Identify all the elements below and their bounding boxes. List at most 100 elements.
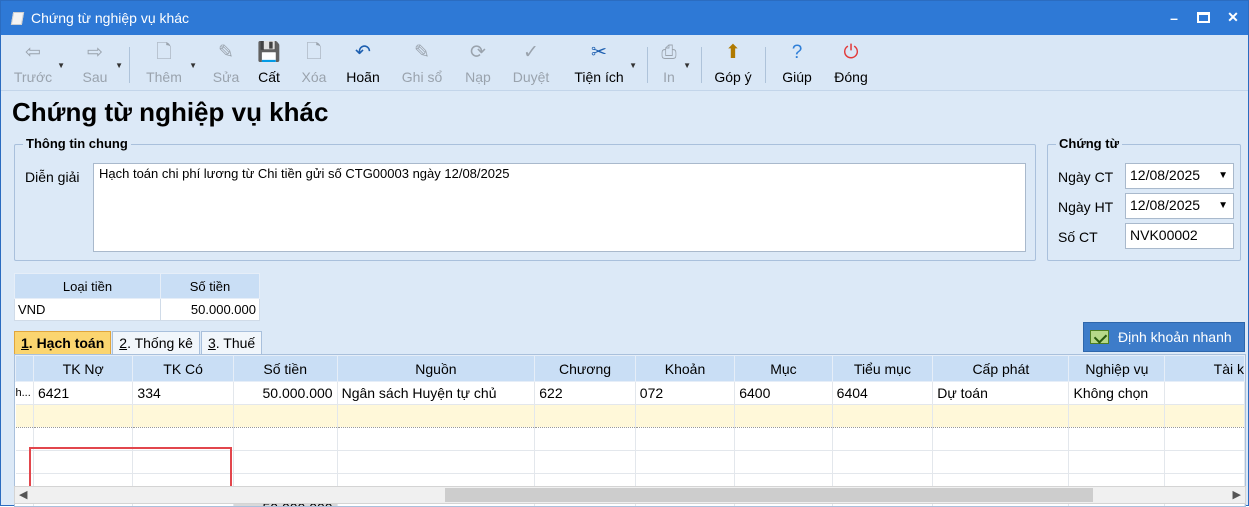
chevron-down-icon[interactable]: ▼ <box>57 61 65 70</box>
tab-accounting-key: 1 <box>21 335 29 351</box>
row-indicator[interactable]: h... <box>16 382 34 405</box>
grid-cell[interactable] <box>1069 405 1165 428</box>
scroll-left-icon[interactable]: ◀ <box>19 488 27 501</box>
description-field[interactable]: Hạch toán chi phí lương từ Chi tiền gửi … <box>93 163 1026 252</box>
scrollbar-thumb[interactable] <box>445 488 1093 502</box>
undo-button[interactable]: ↶ Hoãn <box>343 41 383 89</box>
feedback-button[interactable]: ⬆ Góp ý <box>711 41 755 89</box>
grid-header-item[interactable]: Mục <box>735 356 832 382</box>
chevron-down-icon[interactable]: ▼ <box>1218 170 1228 181</box>
scroll-right-icon[interactable]: ▶ <box>1233 488 1241 501</box>
chapter-cell[interactable]: 622 <box>535 382 636 405</box>
chevron-down-icon[interactable]: ▼ <box>1218 200 1228 211</box>
toolbar-separator <box>129 47 130 83</box>
tab-statistics[interactable]: 2. Thống kê <box>112 331 200 354</box>
grid-header-subitem[interactable]: Tiểu mục <box>832 356 933 382</box>
form-content: Chứng từ nghiệp vụ khác Thông tin chung … <box>1 92 1248 505</box>
close-button[interactable]: ⏻ Đóng <box>831 41 871 89</box>
grid-cell[interactable] <box>635 405 734 428</box>
grid-cell[interactable] <box>1165 405 1245 428</box>
general-info-title: Thông tin chung <box>23 136 131 151</box>
edit-document-icon: ✎ <box>209 41 243 65</box>
grid-header-credit[interactable]: TK Có <box>133 356 233 382</box>
currency-table: Loại tiền Số tiền VND 50.000.000 <box>14 273 260 321</box>
grid-cell[interactable] <box>735 405 832 428</box>
grid-cell[interactable] <box>16 405 34 428</box>
utilities-button[interactable]: ✂ Tiện ích ▼ <box>571 41 627 89</box>
save-icon: 💾 <box>253 41 285 65</box>
window-title: Chứng từ nghiệp vụ khác <box>31 10 189 26</box>
post-button[interactable]: ✎ Ghi sổ <box>399 41 445 89</box>
date-ct-picker[interactable]: 12/08/2025 ▼ <box>1125 163 1234 189</box>
quick-entry-button[interactable]: Định khoản nhanh <box>1083 322 1245 352</box>
operation-cell[interactable]: Không chọn <box>1069 382 1165 405</box>
source-cell[interactable]: Ngân sách Huyện tự chủ <box>337 382 535 405</box>
item-cell[interactable]: 6400 <box>735 382 832 405</box>
minimize-button[interactable]: – <box>1167 10 1181 26</box>
next-button[interactable]: ⇨ Sau ▼ <box>77 41 113 89</box>
grid-cell[interactable] <box>535 405 636 428</box>
chevron-down-icon[interactable]: ▼ <box>115 61 123 70</box>
close-window-button[interactable]: ✕ <box>1226 9 1240 26</box>
subitem-cell[interactable]: 6404 <box>832 382 933 405</box>
grid-cell[interactable] <box>933 405 1069 428</box>
grid-header-row: TK Nợ TK Có Số tiền Nguồn Chương Khoản M… <box>16 356 1245 382</box>
reload-button[interactable]: ⟳ Nạp <box>461 41 495 89</box>
tab-accounting[interactable]: 1. Hạch toán <box>14 331 111 354</box>
section-cell[interactable]: 072 <box>635 382 734 405</box>
grid-cell[interactable] <box>832 405 933 428</box>
help-button[interactable]: ? Giúp <box>779 41 815 89</box>
account-cell[interactable] <box>1165 382 1245 405</box>
description-label: Diễn giải <box>25 169 79 185</box>
chevron-down-icon[interactable]: ▼ <box>683 61 691 70</box>
save-button[interactable]: 💾 Cất <box>253 41 285 89</box>
delete-button[interactable]: 🗋 Xóa <box>297 41 331 89</box>
grid-header-amount[interactable]: Số tiền <box>233 356 337 382</box>
approve-button[interactable]: ✓ Duyệt <box>509 41 553 89</box>
app-icon <box>10 11 24 25</box>
allocation-cell[interactable]: Dự toán <box>933 382 1069 405</box>
date-ht-label: Ngày HT <box>1058 199 1113 215</box>
table-row[interactable]: h... 6421 334 50.000.000 Ngân sách Huyện… <box>16 382 1245 405</box>
grid-cell[interactable] <box>337 405 535 428</box>
new-entry-row[interactable] <box>16 405 1245 428</box>
general-info-group: Thông tin chung Diễn giải Hạch toán chi … <box>14 144 1036 261</box>
toolbar-separator <box>701 47 702 83</box>
help-icon: ? <box>779 41 815 65</box>
new-document-icon: 🗋 <box>141 41 187 65</box>
grid-header-debit[interactable]: TK Nợ <box>33 356 132 382</box>
prev-button[interactable]: ⇦ Trước ▼ <box>11 41 55 89</box>
print-button[interactable]: ⎙ In ▼ <box>657 41 681 89</box>
chevron-down-icon[interactable]: ▼ <box>629 61 637 70</box>
delete-document-icon: 🗋 <box>297 41 331 65</box>
voucher-number-field[interactable]: NVK00002 <box>1125 223 1234 249</box>
chevron-down-icon[interactable]: ▼ <box>189 61 197 70</box>
title-bar: Chứng từ nghiệp vụ khác – ✕ <box>1 1 1248 35</box>
add-button[interactable]: 🗋 Thêm ▼ <box>141 41 187 89</box>
tab-tax-label: . Thuế <box>216 335 255 351</box>
tab-tax[interactable]: 3. Thuế <box>201 331 262 354</box>
credit-account-cell[interactable]: 334 <box>133 382 233 405</box>
edit-button[interactable]: ✎ Sửa <box>209 41 243 89</box>
grid-cell[interactable] <box>33 405 132 428</box>
tab-tax-key: 3 <box>208 335 216 351</box>
quick-entry-icon <box>1090 330 1109 344</box>
horizontal-scrollbar[interactable]: ◀ ▶ <box>14 486 1246 504</box>
currency-cell[interactable]: VND <box>15 299 161 321</box>
date-ct-label: Ngày CT <box>1058 169 1113 185</box>
grid-header-chapter[interactable]: Chương <box>535 356 636 382</box>
amount-cell[interactable]: 50.000.000 <box>233 382 337 405</box>
grid-header-source[interactable]: Nguồn <box>337 356 535 382</box>
feedback-label: Góp ý <box>711 69 755 85</box>
date-ht-value: 12/08/2025 <box>1130 197 1200 213</box>
debit-account-cell[interactable]: 6421 <box>33 382 132 405</box>
grid-header-account[interactable]: Tài k <box>1165 356 1245 382</box>
date-ht-picker[interactable]: 12/08/2025 ▼ <box>1125 193 1234 219</box>
amount-cell[interactable]: 50.000.000 <box>161 299 260 321</box>
grid-cell[interactable] <box>133 405 233 428</box>
grid-header-operation[interactable]: Nghiệp vụ <box>1069 356 1165 382</box>
grid-cell[interactable] <box>233 405 337 428</box>
grid-header-section[interactable]: Khoản <box>635 356 734 382</box>
maximize-button[interactable] <box>1197 12 1210 23</box>
grid-header-allocation[interactable]: Cấp phát <box>933 356 1069 382</box>
